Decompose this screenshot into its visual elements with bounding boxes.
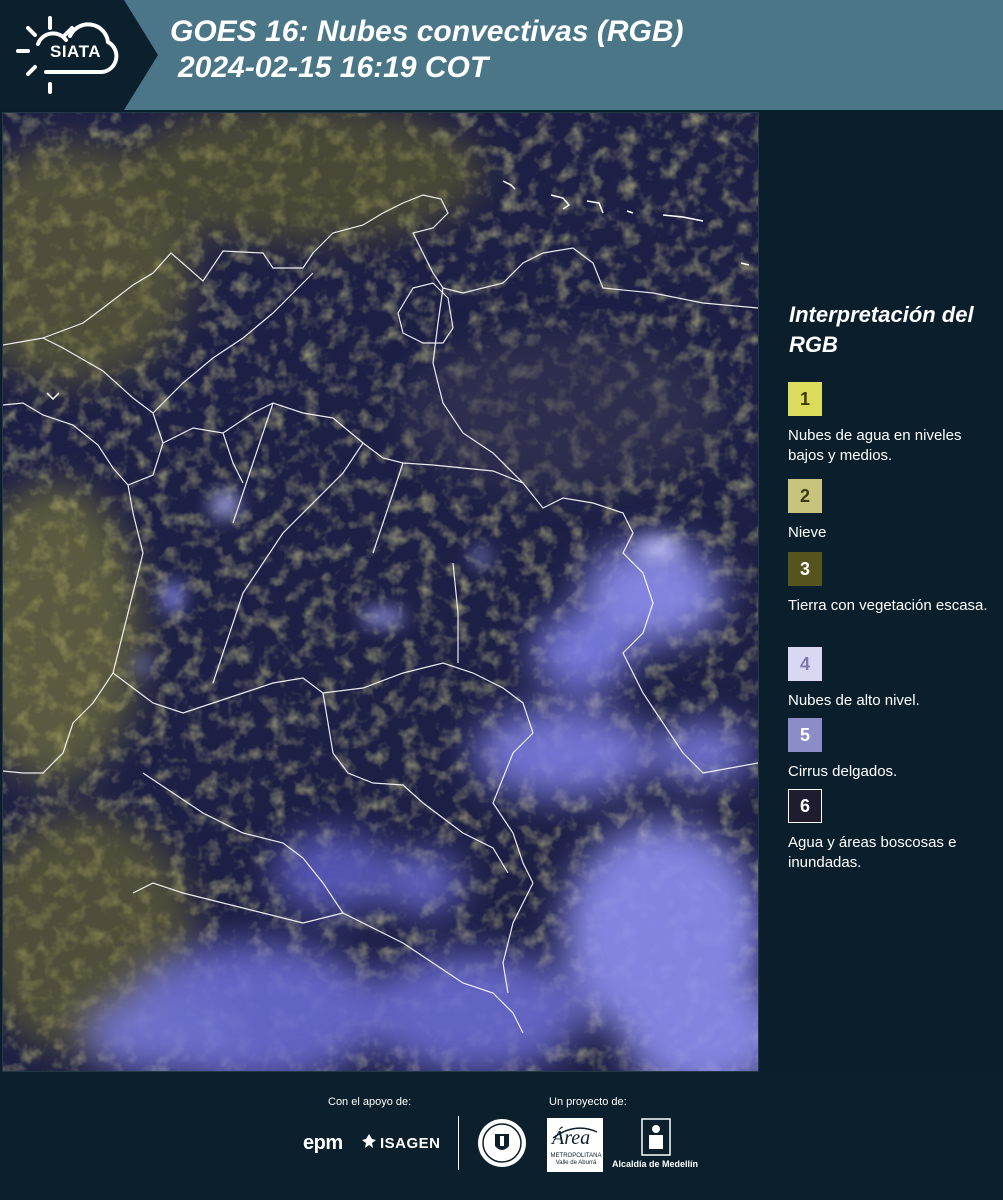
legend-number: 5 xyxy=(799,724,810,745)
legend-item-3: 3 Tierra con vegetación escasa. xyxy=(788,552,988,616)
page-title: GOES 16: Nubes convectivas (RGB) 2024-02… xyxy=(170,14,684,86)
satellite-map[interactable] xyxy=(2,112,759,1072)
title-timestamp: 2024-02-15 16:19 COT xyxy=(178,51,489,84)
legend-label: Nubes de alto nivel. xyxy=(788,692,920,709)
rgb-legend: Interpretación del RGB 1 Nubes de agua e… xyxy=(760,112,1003,1070)
header: SIATA GOES 16: Nubes convectivas (RGB) 2… xyxy=(0,0,1003,110)
satellite-map-image xyxy=(3,113,758,1071)
legend-item-2: 2 Nieve xyxy=(788,479,988,543)
support-label: Con el apoyo de: xyxy=(328,1096,412,1108)
epm-logo[interactable]: epm xyxy=(303,1132,343,1155)
title-product: GOES 16: Nubes convectivas (RGB) xyxy=(170,15,684,48)
legend-item-5: 5 Cirrus delgados. xyxy=(788,718,988,782)
legend-title: Interpretación del RGB xyxy=(789,302,974,357)
siata-logo-text: SIATA xyxy=(50,42,101,61)
medellin-seal-icon[interactable] xyxy=(477,1118,527,1168)
area-logo-subtitle: METROPOLITANA Valle de Aburrá xyxy=(550,1153,602,1166)
legend-swatch-5: 5 xyxy=(788,718,822,752)
isagen-logo[interactable]: ISAGEN xyxy=(362,1134,441,1152)
legend-swatch-1: 1 xyxy=(788,382,822,416)
legend-number: 3 xyxy=(799,558,810,579)
legend-label: Tierra con vegetación escasa. xyxy=(788,597,988,614)
legend-swatch-3: 3 xyxy=(788,552,822,586)
footer-divider xyxy=(458,1116,459,1170)
area-logo-text: Área xyxy=(552,1127,591,1149)
isagen-icon xyxy=(362,1134,376,1148)
legend-swatch-2: 2 xyxy=(788,479,822,513)
isagen-logo-text: ISAGEN xyxy=(380,1135,441,1152)
legend-swatch-4: 4 xyxy=(788,647,822,681)
legend-label: Agua y áreas boscosas e inundadas. xyxy=(788,834,957,871)
project-label: Un proyecto de: xyxy=(549,1096,627,1108)
legend-label: Cirrus delgados. xyxy=(788,763,898,780)
legend-number: 1 xyxy=(799,388,810,409)
legend-item-4: 4 Nubes de alto nivel. xyxy=(788,647,988,711)
footer: Con el apoyo de: Un proyecto de: epm ISA… xyxy=(0,1072,1003,1200)
legend-label: Nieve xyxy=(788,524,827,541)
alcaldia-building-icon[interactable] xyxy=(641,1118,671,1156)
legend-number: 6 xyxy=(799,795,810,816)
legend-swatch-6: 6 xyxy=(788,789,822,823)
alcaldia-logo-text: Alcaldía de Medellín xyxy=(612,1159,699,1169)
legend-item-1: 1 Nubes de agua en niveles bajos y medio… xyxy=(788,382,988,466)
legend-number: 2 xyxy=(799,485,810,506)
legend-item-6: 6 Agua y áreas boscosas e inundadas. xyxy=(788,789,988,873)
epm-logo-text: epm xyxy=(303,1132,343,1154)
legend-number: 4 xyxy=(799,653,810,674)
legend-label: Nubes de agua en niveles bajos y medios. xyxy=(788,427,962,464)
